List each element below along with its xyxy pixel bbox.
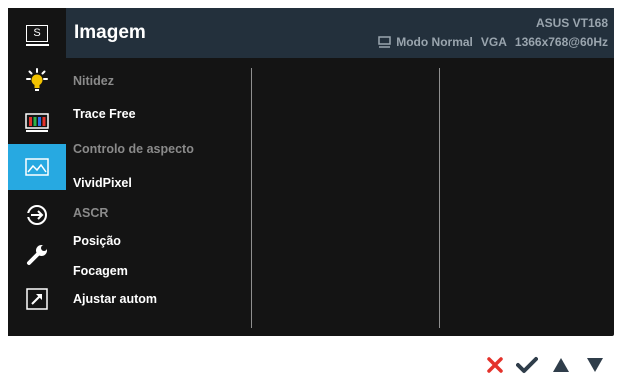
monitor-model: ASUS VT168 (535, 16, 608, 30)
close-button[interactable] (482, 354, 508, 376)
page-title: Imagem (74, 22, 146, 43)
resolution-label: 1366x768@60Hz (514, 35, 608, 49)
header-bar: Imagem ASUS VT168 Modo Normal VGA 1366x7… (66, 8, 614, 58)
sidebar-item-image[interactable] (8, 144, 66, 190)
mode-label: Modo Normal (396, 35, 473, 49)
sidebar-item-color[interactable] (8, 58, 66, 104)
menu-item-ascr: ASCR (73, 206, 109, 220)
input-label: VGA (480, 35, 507, 49)
osd-control-buttons (482, 354, 612, 376)
wrench-icon (27, 245, 47, 265)
main-panel: Imagem ASUS VT168 Modo Normal VGA 1366x7… (66, 8, 614, 336)
sidebar: S (8, 8, 66, 336)
sidebar-item-system-setup[interactable] (8, 232, 66, 278)
sidebar-item-color-bars[interactable] (8, 100, 66, 146)
menu-item-trace-free[interactable]: Trace Free (73, 107, 136, 121)
monitor-icon (378, 36, 391, 48)
color-bars-icon (25, 113, 49, 132)
menu-item-vividpixel[interactable]: VividPixel (73, 176, 132, 190)
menu-item-posicao[interactable]: Posição (73, 234, 121, 248)
menu-item-nitidez: Nitidez (73, 74, 114, 88)
close-icon (487, 357, 503, 373)
column-divider-1 (251, 68, 252, 328)
sidebar-item-shortcut[interactable] (8, 276, 66, 322)
sidebar-item-splendid[interactable]: S (8, 12, 66, 58)
bulb-icon (26, 68, 48, 91)
shortcut-arrow-icon (26, 288, 48, 310)
check-icon (516, 357, 538, 373)
osd-window: S Imagem ASUS VT168 Modo Normal VGA 1366… (8, 8, 614, 336)
image-icon (25, 158, 49, 176)
menu-item-controlo-de-aspecto: Controlo de aspecto (73, 142, 194, 156)
splendid-icon: S (25, 24, 49, 46)
triangle-up-icon (553, 358, 569, 372)
menu-item-focagem[interactable]: Focagem (73, 264, 128, 278)
column-divider-2 (439, 68, 440, 328)
triangle-down-icon (587, 358, 603, 372)
splendid-icon-label: S (26, 24, 48, 42)
status-line: Modo Normal VGA 1366x768@60Hz (378, 35, 608, 49)
input-select-icon (25, 205, 47, 225)
down-button[interactable] (582, 354, 608, 376)
up-button[interactable] (548, 354, 574, 376)
confirm-button[interactable] (514, 354, 540, 376)
menu-item-ajustar-autom[interactable]: Ajustar autom (73, 292, 157, 306)
